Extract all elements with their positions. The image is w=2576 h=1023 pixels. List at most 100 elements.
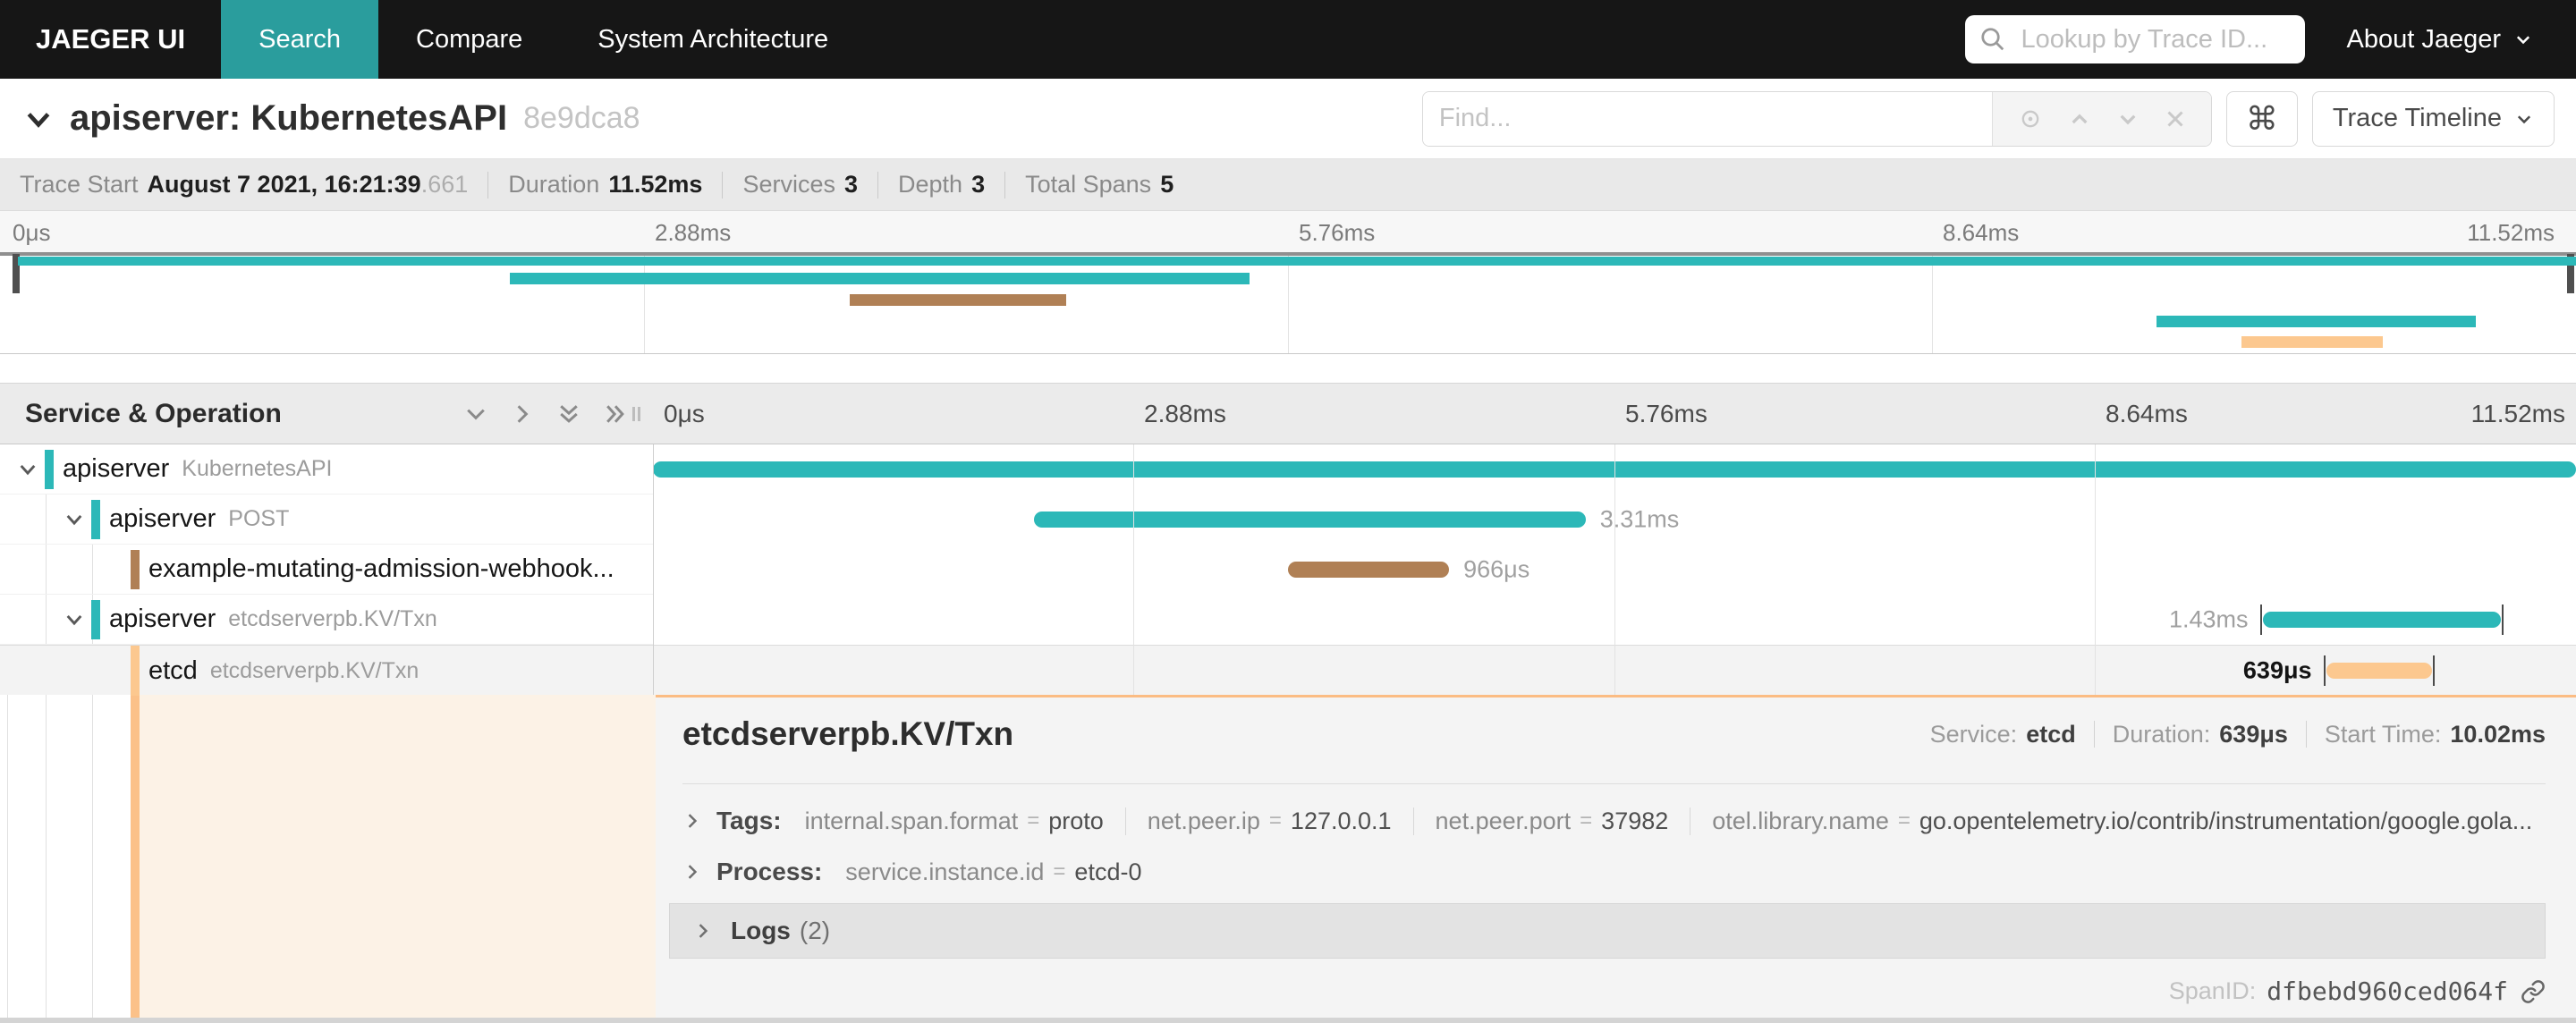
trace-id-short: 8e9dca8 <box>523 101 640 135</box>
divider <box>2093 721 2095 748</box>
span-expander-icon[interactable] <box>16 458 39 481</box>
divider <box>2305 721 2307 748</box>
link-icon[interactable] <box>2521 979 2546 1004</box>
span-name-cell[interactable]: apiserver KubernetesAPI <box>0 444 653 495</box>
tag-value: 127.0.0.1 <box>1290 807 1392 834</box>
minimap-span-bar[interactable] <box>510 273 1250 284</box>
process-row[interactable]: Process: service.instance.id = etcd-0 <box>682 847 2546 897</box>
chevron-down-icon[interactable] <box>2116 107 2140 131</box>
process-value: etcd-0 <box>1074 858 1142 885</box>
span-name-cell[interactable]: example-mutating-admission-webhook... <box>0 545 653 595</box>
tags-row[interactable]: Tags: internal.span.format = proto net.p… <box>682 795 2546 847</box>
span-expander-icon[interactable] <box>63 508 86 531</box>
about-jaeger-label: About Jaeger <box>2346 24 2501 54</box>
span-row-apiserver-txn[interactable]: apiserver etcdserverpb.KV/Txn 1.43ms <box>0 595 2576 645</box>
span-track[interactable] <box>653 444 2576 495</box>
span-operation-name: POST <box>228 506 290 531</box>
tag-value: proto <box>1048 807 1104 834</box>
services-label: Services <box>742 171 835 198</box>
span-name-cell[interactable]: apiserver etcdserverpb.KV/Txn <box>0 595 653 645</box>
services-value: 3 <box>843 171 858 198</box>
span-track[interactable]: 3.31ms <box>653 495 2576 545</box>
duration-value: 11.52ms <box>608 171 703 198</box>
tags-label: Tags: <box>716 807 782 834</box>
tag-key: net.peer.ip <box>1147 807 1260 834</box>
app-brand: JAEGER UI <box>36 23 186 55</box>
minimap-span-bar[interactable] <box>2156 316 2476 327</box>
span-duration-bar[interactable]: 639μs <box>2243 655 2436 686</box>
divider <box>1004 171 1006 199</box>
crosshair-icon[interactable] <box>2018 106 2043 131</box>
logs-row[interactable]: Logs (2) <box>669 903 2546 959</box>
minimap-gridline <box>1288 252 1289 353</box>
axis-tick-4: 11.52ms <box>2467 219 2555 246</box>
timeline-tick-0: 0μs <box>664 399 705 427</box>
view-selector-button[interactable]: Trace Timeline <box>2311 90 2555 147</box>
span-color-bar <box>131 549 140 589</box>
top-nav: JAEGER UI Search Compare System Architec… <box>0 0 2576 79</box>
minimap-span-bar[interactable] <box>850 294 1067 306</box>
column-resize-grip[interactable] <box>630 402 644 426</box>
find-input[interactable] <box>1422 91 1992 146</box>
trace-minimap[interactable] <box>0 252 2576 354</box>
tab-search[interactable]: Search <box>221 0 378 79</box>
section-expander-icon[interactable] <box>682 811 702 831</box>
about-jaeger-menu[interactable]: About Jaeger <box>2346 25 2533 55</box>
find-tools <box>1991 91 2211 146</box>
span-duration-bar[interactable]: 966μs <box>1287 556 1530 583</box>
trace-title: apiserver: KubernetesAPI <box>70 98 508 138</box>
span-row-apiserver-post[interactable]: apiserver POST 3.31ms <box>0 495 2576 545</box>
service-operation-header: Service & Operation <box>25 398 282 428</box>
span-expander-icon[interactable] <box>63 608 86 631</box>
minimap-span-bar[interactable] <box>18 257 2576 266</box>
section-expander-icon[interactable] <box>693 921 713 941</box>
minimap-span-bar[interactable] <box>2241 336 2383 348</box>
span-name-cell[interactable]: apiserver POST <box>0 495 653 545</box>
span-name-cell[interactable]: etcd etcdserverpb.KV/Txn <box>0 646 653 696</box>
span-duration-bar[interactable]: 3.31ms <box>1033 506 1679 533</box>
trace-page-header: apiserver: KubernetesAPI 8e9dca8 ⌘ <box>0 79 2576 159</box>
trace-lookup-input[interactable] <box>2019 23 2292 55</box>
tag-item: net.peer.port = 37982 <box>1412 807 1668 835</box>
span-color-bar <box>91 599 100 639</box>
span-duration-label: 966μs <box>1463 555 1530 583</box>
minimap-gridline <box>644 252 645 353</box>
equals-sign: = <box>1268 808 1282 833</box>
span-duration-bar[interactable] <box>653 461 2576 478</box>
selected-span-color-strip <box>131 695 140 1023</box>
tab-compare[interactable]: Compare <box>378 0 560 79</box>
span-duration-bar[interactable]: 1.43ms <box>2169 604 2504 635</box>
span-service-name: apiserver <box>63 454 170 483</box>
tag-key: internal.span.format <box>804 807 1019 834</box>
axis-tick-3: 8.64ms <box>1943 219 2020 246</box>
collapse-trace-icon[interactable] <box>23 104 54 134</box>
section-expander-icon[interactable] <box>682 862 702 882</box>
close-icon[interactable] <box>2165 108 2186 130</box>
span-track[interactable]: 1.43ms <box>653 595 2576 645</box>
span-id-row: SpanID: dfbebd960ced064f <box>2169 976 2546 1006</box>
span-operation-name: etcdserverpb.KV/Txn <box>228 606 437 631</box>
span-duration-label: 639μs <box>2242 656 2312 684</box>
span-row-webhook[interactable]: example-mutating-admission-webhook... 96… <box>0 545 2576 595</box>
chevron-up-icon[interactable] <box>2068 107 2091 131</box>
expand-all-icon[interactable] <box>603 402 628 427</box>
tag-key: net.peer.port <box>1435 807 1572 834</box>
equals-sign: = <box>1053 859 1066 884</box>
tab-system-architecture[interactable]: System Architecture <box>560 0 866 79</box>
tag-item: otel.library.name = go.opentelemetry.io/… <box>1690 807 2532 835</box>
span-color-bar <box>45 449 54 489</box>
span-row-etcd-txn-selected[interactable]: etcd etcdserverpb.KV/Txn 639μs <box>0 645 2576 696</box>
span-id-label: SpanID: <box>2168 977 2257 1004</box>
total-spans-label: Total Spans <box>1025 171 1152 198</box>
collapse-all-icon[interactable] <box>556 402 581 427</box>
equals-sign: = <box>1027 808 1040 833</box>
command-icon[interactable]: ⌘ <box>2225 90 2298 147</box>
expand-one-icon[interactable] <box>510 402 535 427</box>
trace-title-group: apiserver: KubernetesAPI 8e9dca8 <box>23 98 1422 139</box>
timeline-tick-4: 11.52ms <box>2470 399 2565 427</box>
span-track[interactable]: 966μs <box>653 545 2576 595</box>
span-track[interactable]: 639μs <box>653 646 2576 696</box>
collapse-one-icon[interactable] <box>463 402 488 427</box>
span-row-apiserver-kubernetesapi[interactable]: apiserver KubernetesAPI <box>0 444 2576 495</box>
trace-lookup-box[interactable] <box>1965 15 2306 63</box>
